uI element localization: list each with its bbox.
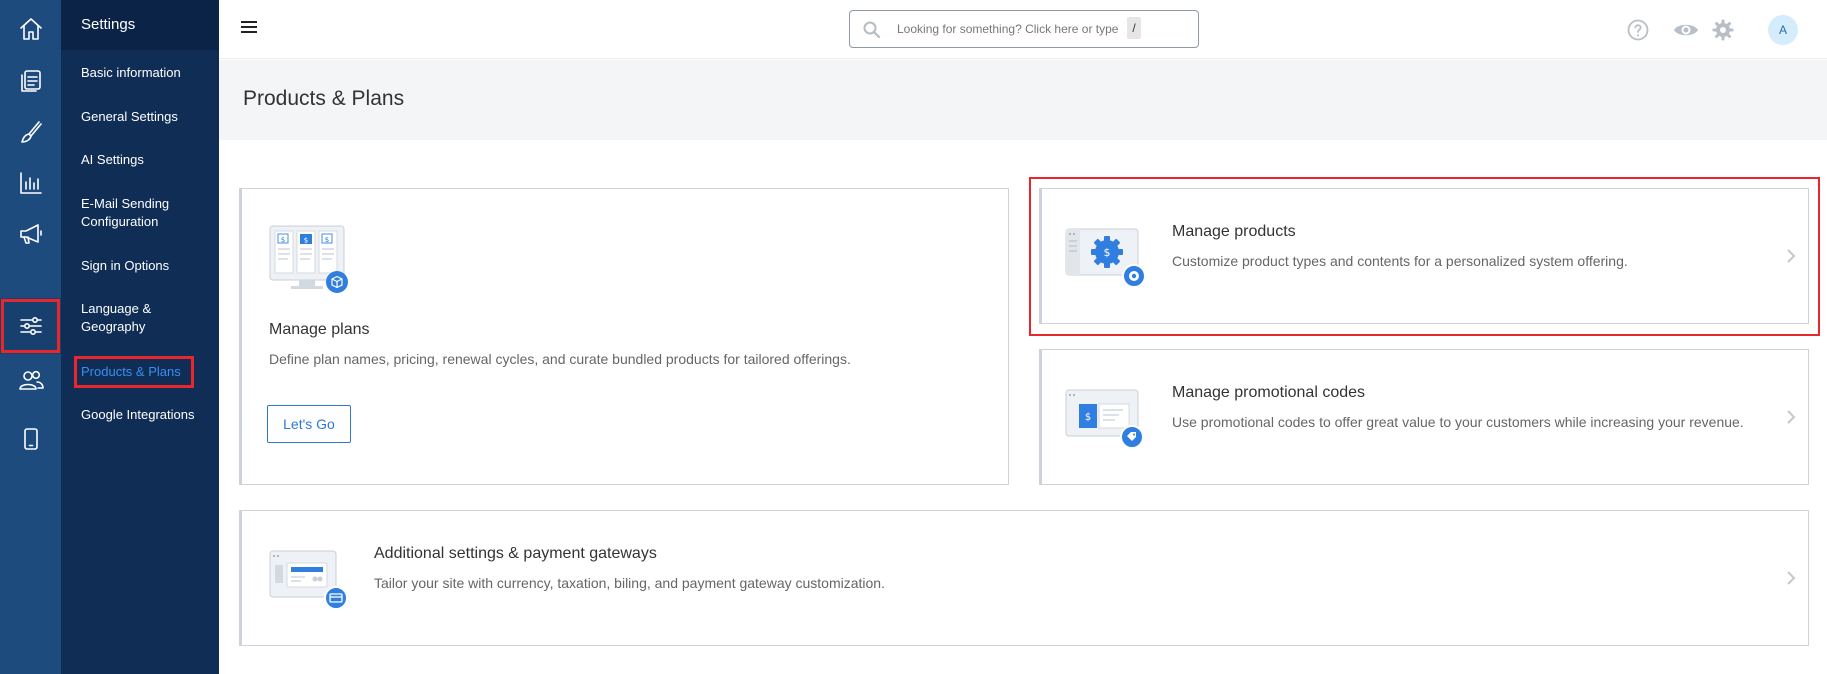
promo-codes-illustration-icon: $ <box>1065 389 1144 449</box>
user-avatar[interactable]: A <box>1768 15 1798 45</box>
nav-item-ai-settings[interactable]: AI Settings <box>81 151 211 169</box>
lets-go-button[interactable]: Let's Go <box>267 405 351 443</box>
svg-text:$: $ <box>281 236 285 244</box>
additional-settings-card[interactable]: Additional settings & payment gateways T… <box>239 510 1809 646</box>
manage-promo-codes-title: Manage promotional codes <box>1172 384 1366 401</box>
brush-icon <box>20 121 42 143</box>
nav-item-google-integrations[interactable]: Google Integrations <box>81 406 211 424</box>
manage-plans-title: Manage plans <box>269 321 370 338</box>
users-nav-button[interactable] <box>0 352 61 408</box>
pages-nav-button[interactable] <box>0 53 61 109</box>
nav-item-email-sending-configuration[interactable]: E-Mail Sending Configuration <box>81 195 191 231</box>
mobile-nav-button[interactable] <box>0 411 61 467</box>
settings-nav-title: Settings <box>81 16 136 33</box>
home-nav-button[interactable] <box>0 1 61 57</box>
svg-text:$: $ <box>1085 412 1091 423</box>
gear-icon[interactable] <box>1711 18 1735 42</box>
settings-nav-button[interactable] <box>0 298 61 354</box>
manage-promotional-codes-card[interactable]: $ Manage promotional codes Use promotion… <box>1039 349 1809 485</box>
page-title: Products & Plans <box>243 87 405 110</box>
settings-nav: Settings Basic information General Setti… <box>61 0 219 674</box>
page-header-band <box>219 60 1827 140</box>
preview-eye-icon[interactable] <box>1673 18 1699 42</box>
nav-item-language-geography[interactable]: Language & Geography <box>81 300 171 336</box>
chevron-right-icon <box>1787 249 1796 263</box>
megaphone-icon <box>19 224 42 244</box>
analytics-nav-button[interactable] <box>0 155 61 211</box>
manage-products-card[interactable]: $ Manage products Customize product type… <box>1039 188 1809 324</box>
manage-promo-codes-description: Use promotional codes to offer great val… <box>1172 414 1744 430</box>
design-nav-button[interactable] <box>0 104 61 160</box>
additional-settings-title: Additional settings & payment gateways <box>374 545 657 562</box>
search-input[interactable] <box>897 19 1137 39</box>
additional-settings-description: Tailor your site with currency, taxation… <box>374 575 885 591</box>
settings-sliders-icon <box>19 317 42 335</box>
svg-text:$: $ <box>1104 246 1111 259</box>
marketing-nav-button[interactable] <box>0 206 61 262</box>
svg-text:$: $ <box>325 236 329 244</box>
nav-item-general-settings[interactable]: General Settings <box>81 108 211 126</box>
manage-products-title: Manage products <box>1172 223 1296 240</box>
analytics-icon <box>19 172 42 194</box>
users-icon <box>18 370 44 390</box>
help-icon[interactable] <box>1626 18 1650 42</box>
manage-plans-card: $ $ $ Manage plans Define plan names, pr… <box>239 188 1009 485</box>
svg-text:$: $ <box>304 237 308 245</box>
pages-icon <box>20 70 41 92</box>
hamburger-menu-icon[interactable] <box>241 21 257 35</box>
search-icon <box>863 21 881 39</box>
chevron-right-icon <box>1787 571 1796 585</box>
home-icon <box>19 18 42 40</box>
mobile-icon <box>23 428 38 450</box>
chevron-right-icon <box>1787 410 1796 424</box>
nav-item-basic-information[interactable]: Basic information <box>81 64 211 82</box>
search-shortcut-key: / <box>1127 17 1141 39</box>
manage-products-description: Customize product types and contents for… <box>1172 253 1628 269</box>
plans-illustration-icon: $ $ $ <box>269 225 348 293</box>
search-box[interactable]: / <box>849 10 1199 48</box>
products-illustration-icon: $ <box>1065 228 1146 288</box>
nav-item-products-plans[interactable]: Products & Plans <box>74 356 194 388</box>
icon-rail <box>0 0 61 674</box>
nav-item-sign-in-options[interactable]: Sign in Options <box>81 257 211 275</box>
manage-plans-description: Define plan names, pricing, renewal cycl… <box>269 351 851 367</box>
payment-gateways-illustration-icon <box>269 550 348 610</box>
